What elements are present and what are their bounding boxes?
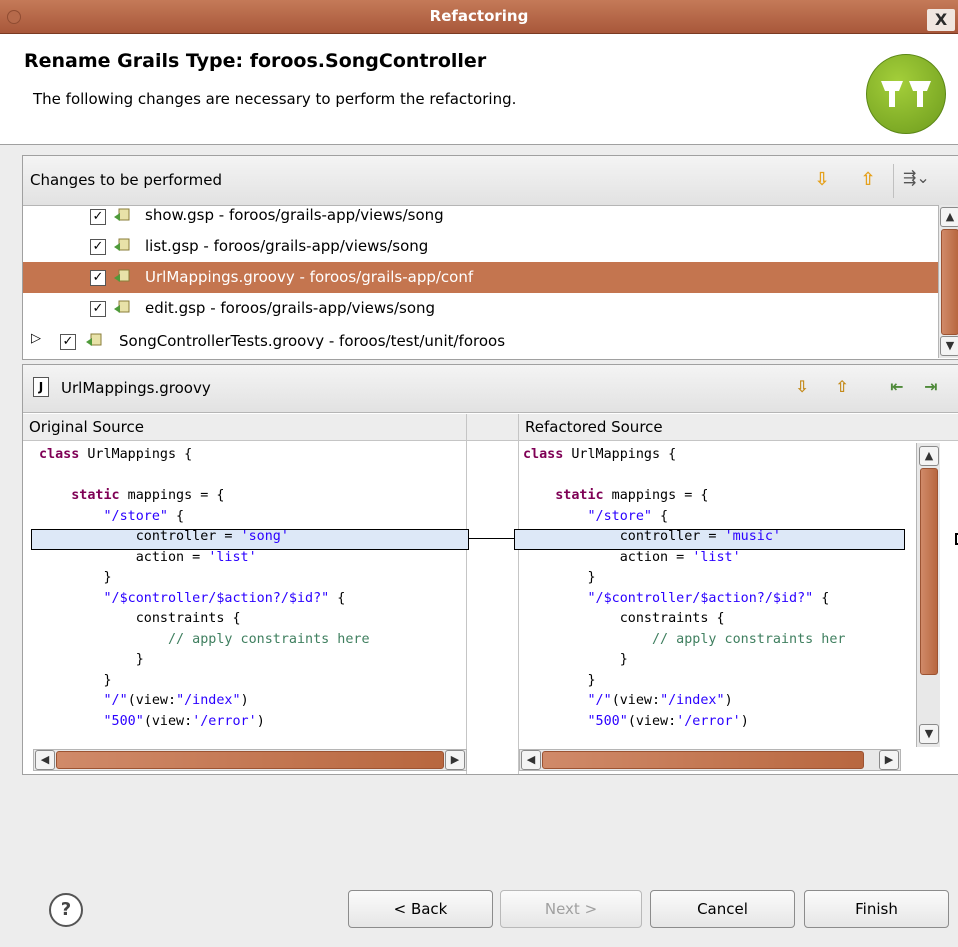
expand-arrow-icon[interactable]: ▷: [31, 331, 41, 346]
scroll-down-icon[interactable]: ▼: [919, 724, 939, 744]
wizard-header: Rename Grails Type: foroos.SongControlle…: [0, 34, 958, 145]
refactored-source-code[interactable]: class UrlMappings { static mappings = { …: [523, 445, 903, 745]
right-horizontal-scrollbar[interactable]: ◀ ▶: [519, 749, 901, 771]
scroll-right-icon[interactable]: ▶: [445, 750, 465, 770]
diff-gutter-header: [467, 414, 519, 441]
compare-toolbar: J UrlMappings.groovy ⇩ ⇧ ⇤ ⇥: [23, 365, 958, 413]
copy-right-icon[interactable]: ⇥: [920, 376, 942, 398]
scroll-thumb[interactable]: [941, 229, 958, 335]
compare-file-name: UrlMappings.groovy: [61, 379, 211, 397]
list-item-selected[interactable]: ✓ UrlMappings.groovy - foroos/grails-app…: [23, 262, 938, 293]
file-change-icon: [114, 300, 130, 313]
original-source-code[interactable]: class UrlMappings { static mappings = { …: [39, 445, 465, 745]
filter-changes-icon[interactable]: ⇶⌄: [903, 168, 943, 192]
scroll-thumb[interactable]: [542, 751, 864, 769]
left-horizontal-scrollbar[interactable]: ◀ ▶: [33, 749, 467, 771]
original-source-header: Original Source: [23, 414, 472, 441]
next-button[interactable]: Next >: [500, 890, 642, 928]
previous-change-icon[interactable]: ⇧: [857, 169, 879, 191]
difference-connector: [468, 538, 520, 539]
grails-logo-icon: [866, 54, 946, 134]
previous-difference-icon[interactable]: ⇧: [831, 376, 853, 398]
list-item-label: UrlMappings.groovy - foroos/grails-app/c…: [145, 268, 474, 286]
close-icon[interactable]: X: [927, 9, 955, 31]
list-item[interactable]: ✓ edit.gsp - foroos/grails-app/views/son…: [23, 293, 938, 324]
scroll-left-icon[interactable]: ◀: [521, 750, 541, 770]
finish-button[interactable]: Finish: [804, 890, 949, 928]
code-vertical-scrollbar[interactable]: ▲ ▼: [916, 443, 940, 747]
scroll-up-icon[interactable]: ▲: [919, 446, 939, 466]
checkbox[interactable]: ✓: [90, 209, 106, 225]
cancel-button[interactable]: Cancel: [650, 890, 795, 928]
page-description: The following changes are necessary to p…: [33, 90, 517, 108]
checkbox[interactable]: ✓: [90, 239, 106, 255]
changes-panel: Changes to be performed ⇩ ⇧ ⇶⌄ ✓ show.gs…: [22, 155, 958, 360]
file-change-icon: [86, 333, 102, 346]
groovy-file-icon: J: [33, 377, 49, 397]
compare-panel: J UrlMappings.groovy ⇩ ⇧ ⇤ ⇥ Original So…: [22, 364, 958, 775]
scroll-thumb[interactable]: [56, 751, 444, 769]
list-item-label: list.gsp - foroos/grails-app/views/song: [145, 237, 429, 255]
copy-left-icon[interactable]: ⇤: [886, 376, 908, 398]
page-title: Rename Grails Type: foroos.SongControlle…: [24, 50, 487, 72]
scroll-up-icon[interactable]: ▲: [940, 207, 958, 227]
file-change-icon: [114, 269, 130, 282]
file-change-icon: [114, 238, 130, 251]
scroll-down-icon[interactable]: ▼: [940, 336, 958, 356]
checkbox[interactable]: ✓: [90, 270, 106, 286]
next-difference-icon[interactable]: ⇩: [791, 376, 813, 398]
refactored-source-header: Refactored Source: [519, 414, 958, 441]
scroll-left-icon[interactable]: ◀: [35, 750, 55, 770]
changes-label: Changes to be performed: [30, 171, 222, 189]
changes-scrollbar[interactable]: ▲ ▼: [938, 205, 958, 358]
file-change-icon: [114, 208, 130, 221]
checkbox[interactable]: ✓: [60, 334, 76, 350]
next-change-icon[interactable]: ⇩: [811, 169, 833, 191]
scroll-thumb[interactable]: [920, 468, 938, 675]
list-item-label: SongControllerTests.groovy - foroos/test…: [119, 332, 506, 350]
back-button[interactable]: < Back: [348, 890, 493, 928]
scroll-right-icon[interactable]: ▶: [879, 750, 899, 770]
checkbox[interactable]: ✓: [90, 301, 106, 317]
title-bar: Refactoring X: [0, 0, 958, 34]
help-icon[interactable]: ?: [49, 893, 83, 927]
list-item-label: edit.gsp - foroos/grails-app/views/song: [145, 299, 436, 317]
window-title: Refactoring: [429, 7, 529, 25]
list-item-label: show.gsp - foroos/grails-app/views/song: [145, 206, 444, 224]
changes-toolbar: Changes to be performed ⇩ ⇧ ⇶⌄: [23, 156, 958, 206]
list-item[interactable]: ✓ list.gsp - foroos/grails-app/views/son…: [23, 231, 938, 262]
list-item[interactable]: ✓ show.gsp - foroos/grails-app/views/son…: [23, 202, 938, 233]
list-item[interactable]: ▷ ✓ SongControllerTests.groovy - foroos/…: [23, 326, 938, 357]
